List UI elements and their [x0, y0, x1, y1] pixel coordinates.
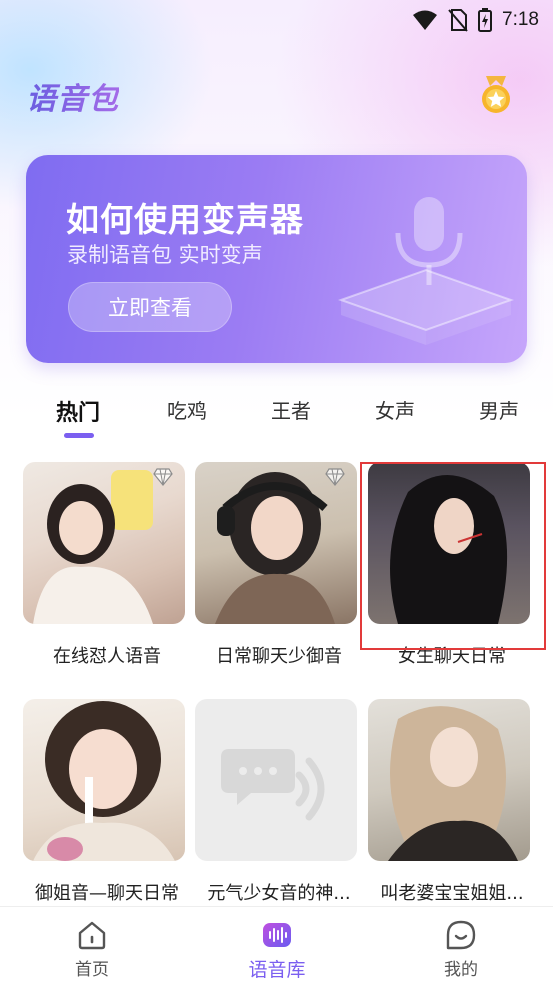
active-tab-indicator	[64, 433, 94, 438]
portrait-image	[215, 472, 335, 624]
voice-pack-card[interactable]: 在线怼人语音	[23, 462, 185, 667]
banner-title: 如何使用变声器	[66, 200, 304, 239]
home-icon	[78, 921, 106, 950]
portrait-image	[33, 701, 175, 861]
nav-label: 我的	[444, 960, 478, 980]
voice-pack-thumbnail	[23, 699, 185, 861]
voice-pack-card[interactable]: 日常聊天少御音	[195, 462, 357, 667]
voice-pack-card[interactable]: 元气少女音的神...	[195, 699, 357, 904]
profile-icon	[446, 920, 476, 950]
premium-diamond-icon	[153, 468, 173, 486]
wifi-icon	[413, 10, 438, 30]
nav-voice-library[interactable]: 语音库	[217, 907, 337, 983]
voice-chat-placeholder-icon	[221, 749, 325, 821]
voice-pack-thumbnail	[23, 462, 185, 624]
tab-female-voice[interactable]: 女声	[375, 395, 415, 424]
voice-pack-title: 元气少女音的神...	[207, 883, 351, 904]
tab-pubg[interactable]: 吃鸡	[167, 395, 207, 424]
tab-honor-of-kings[interactable]: 王者	[271, 395, 311, 424]
nav-label: 首页	[75, 960, 109, 980]
page-title: 语音包	[26, 74, 119, 118]
voice-pack-thumbnail	[195, 699, 357, 861]
portrait-image	[388, 706, 518, 861]
medal-star-icon[interactable]	[478, 74, 514, 116]
status-time: 7:18	[502, 9, 539, 30]
tab-hot[interactable]: 热门	[56, 395, 100, 427]
voice-pack-thumbnail	[195, 462, 357, 624]
premium-diamond-icon	[325, 468, 345, 486]
voice-pack-card[interactable]: 叫老婆宝宝姐姐...	[368, 699, 530, 904]
status-bar: 7:18	[0, 0, 553, 40]
nav-profile[interactable]: 我的	[401, 907, 521, 983]
voice-pack-title: 日常聊天少御音	[216, 646, 342, 667]
status-icons: 7:18	[412, 8, 539, 32]
view-now-button[interactable]: 立即查看	[68, 282, 232, 332]
battery-charging-icon	[478, 8, 493, 32]
tab-male-voice[interactable]: 男声	[479, 395, 519, 424]
nav-label: 语音库	[248, 959, 306, 981]
tutorial-banner[interactable]: 如何使用变声器 录制语音包 实时变声 立即查看	[26, 155, 527, 363]
voice-pack-title: 叫老婆宝宝姐姐...	[380, 883, 524, 904]
bottom-navigation: 首页 语音库 我的	[0, 906, 553, 983]
no-sim-icon	[448, 9, 468, 32]
selection-highlight	[360, 462, 546, 650]
voice-pack-title: 御姐音—聊天日常	[35, 883, 179, 904]
banner-subtitle: 录制语音包 实时变声	[67, 243, 263, 267]
microphone-icon	[337, 197, 515, 345]
voice-library-icon	[263, 923, 291, 947]
portrait-image	[33, 470, 153, 624]
voice-pack-card[interactable]: 御姐音—聊天日常	[23, 699, 185, 904]
nav-home[interactable]: 首页	[32, 907, 152, 983]
voice-pack-thumbnail	[368, 699, 530, 861]
voice-pack-title: 在线怼人语音	[53, 646, 161, 667]
